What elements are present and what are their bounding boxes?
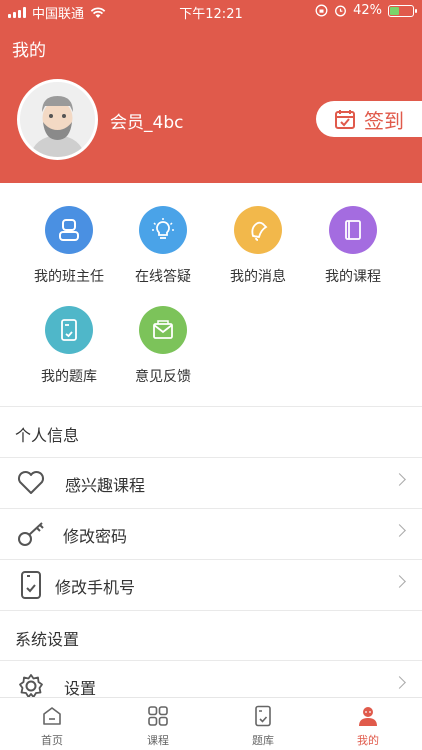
menu-item-label: 感兴趣课程 (65, 476, 146, 495)
menu-item-label: 设置 (64, 679, 97, 698)
battery-percent: 42% (353, 3, 382, 18)
alarm-icon (335, 5, 347, 17)
rotation-lock-icon (315, 4, 328, 17)
chevron-right-icon (393, 473, 406, 486)
menu-item-label: 修改密码 (63, 527, 128, 546)
tab-label: 题库 (252, 734, 274, 747)
phone-icon (16, 571, 46, 599)
battery-icon (388, 4, 417, 17)
menu-item-change-password[interactable]: 修改密码 (0, 509, 422, 559)
section-title-system: 系统设置 (15, 630, 80, 649)
quick-action-online-qa[interactable]: 在线答疑 (113, 206, 213, 286)
menu-item-change-phone[interactable]: 修改手机号 (0, 560, 422, 610)
quick-action-courses[interactable]: 我的课程 (303, 206, 403, 286)
page-title: 我的 (12, 41, 46, 61)
person-icon (356, 704, 380, 728)
quick-action-label: 在线答疑 (135, 269, 191, 285)
chevron-right-icon (393, 524, 406, 537)
section-title-personal: 个人信息 (15, 426, 80, 445)
bell-icon (234, 206, 282, 254)
divider (0, 406, 422, 407)
envelope-icon (139, 306, 187, 354)
quick-action-messages[interactable]: 我的消息 (208, 206, 308, 286)
tab-bar: 首页 课程 题库 我的 (0, 697, 422, 750)
grid-icon (146, 704, 170, 728)
divider (0, 610, 422, 611)
quick-action-feedback[interactable]: 意见反馈 (113, 306, 213, 386)
question-bank-icon (45, 306, 93, 354)
profile-header: 中国联通 下午12:21 42% 我的 会员_4bc 签到 (0, 0, 422, 183)
headteacher-icon (45, 206, 93, 254)
quick-action-label: 我的班主任 (34, 269, 104, 285)
tab-label: 首页 (41, 734, 63, 747)
home-icon (40, 704, 64, 728)
gear-icon (16, 672, 46, 700)
status-bar: 中国联通 下午12:21 42% (0, 0, 422, 22)
tab-home[interactable]: 首页 (17, 704, 87, 748)
key-icon (16, 520, 46, 548)
lightbulb-icon (139, 206, 187, 254)
checkin-button[interactable]: 签到 (316, 101, 422, 137)
tab-mine[interactable]: 我的 (333, 704, 403, 748)
menu-item-label: 修改手机号 (55, 578, 136, 597)
calendar-check-icon (335, 110, 355, 129)
tab-courses[interactable]: 课程 (123, 704, 193, 748)
avatar-portrait-icon (20, 82, 95, 157)
username: 会员_4bc (110, 113, 184, 133)
tab-question-bank[interactable]: 题库 (228, 704, 298, 748)
menu-item-interest-courses[interactable]: 感兴趣课程 (0, 458, 422, 508)
quick-action-label: 意见反馈 (135, 369, 191, 385)
checkin-label: 签到 (364, 108, 404, 133)
quick-action-label: 我的题库 (41, 369, 97, 385)
tab-label: 我的 (357, 734, 379, 747)
quick-action-question-bank[interactable]: 我的题库 (19, 306, 119, 386)
quick-action-headteacher[interactable]: 我的班主任 (19, 206, 119, 286)
tab-label: 课程 (147, 734, 169, 747)
chevron-right-icon (393, 676, 406, 689)
chevron-right-icon (393, 575, 406, 588)
quick-action-label: 我的消息 (230, 269, 286, 285)
book-icon (329, 206, 377, 254)
question-bank-icon (251, 704, 275, 728)
avatar[interactable] (17, 79, 98, 160)
quick-action-label: 我的课程 (325, 269, 381, 285)
heart-icon (16, 469, 46, 497)
